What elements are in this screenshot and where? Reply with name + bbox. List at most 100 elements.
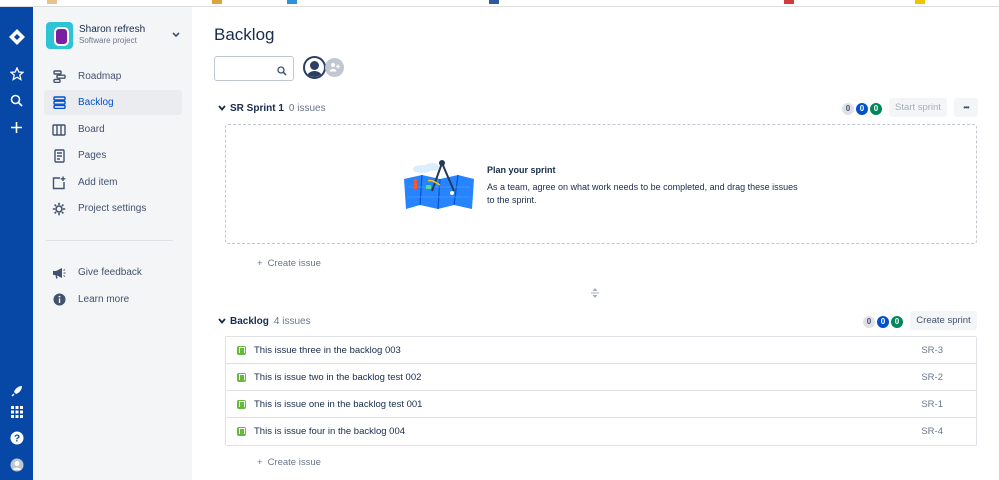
empty-sprint-title: Plan your sprint bbox=[487, 165, 556, 175]
project-switcher[interactable]: Sharon refresh Software project bbox=[46, 20, 186, 50]
sprint-status-badges: 0 0 0 bbox=[842, 103, 882, 115]
browser-tab-strip bbox=[0, 0, 999, 7]
megaphone-icon bbox=[52, 266, 66, 280]
issue-row[interactable]: This issue three in the backlog 003 SR-3 bbox=[226, 337, 976, 364]
backlog-create-issue-button[interactable]: + Create issue bbox=[257, 457, 321, 468]
start-sprint-button[interactable]: Start sprint bbox=[889, 98, 947, 117]
project-type: Software project bbox=[79, 36, 137, 45]
issue-key[interactable]: SR-1 bbox=[921, 399, 943, 410]
done-count-badge: 0 bbox=[891, 316, 903, 328]
done-count-badge: 0 bbox=[870, 103, 882, 115]
user-avatar[interactable] bbox=[303, 56, 326, 79]
issue-key[interactable]: SR-2 bbox=[921, 372, 943, 383]
backlog-issue-list: This issue three in the backlog 003 SR-3… bbox=[225, 336, 977, 446]
star-icon[interactable] bbox=[3, 62, 30, 86]
create-issue-label: Create issue bbox=[267, 457, 321, 468]
add-people-icon[interactable] bbox=[325, 58, 344, 77]
issue-summary: This issue three in the backlog 003 bbox=[254, 344, 401, 356]
sidebar-divider bbox=[46, 240, 173, 241]
profile-icon[interactable] bbox=[3, 453, 30, 477]
resize-handle-icon[interactable] bbox=[590, 288, 600, 301]
gear-icon bbox=[52, 202, 66, 216]
todo-count-badge: 0 bbox=[863, 316, 875, 328]
issue-row[interactable]: This is issue four in the backlog 004 SR… bbox=[226, 418, 976, 445]
roadmap-icon bbox=[52, 70, 66, 84]
board-icon bbox=[52, 123, 66, 137]
sidebar-item-label: Project settings bbox=[78, 203, 147, 214]
page-title: Backlog bbox=[214, 25, 275, 44]
create-plus-icon[interactable] bbox=[3, 115, 30, 139]
tab-favicon bbox=[784, 0, 794, 4]
story-icon bbox=[237, 372, 246, 382]
sidebar-item-label: Give feedback bbox=[78, 267, 142, 278]
sidebar-item-pages[interactable]: Pages bbox=[44, 143, 182, 168]
sidebar-item-give-feedback[interactable]: Give feedback bbox=[44, 260, 182, 285]
more-actions-button[interactable]: ••• bbox=[954, 98, 978, 117]
sidebar-item-board[interactable]: Board bbox=[44, 117, 182, 142]
backlog-status-badges: 0 0 0 bbox=[863, 316, 903, 328]
chevron-down-icon[interactable] bbox=[218, 317, 228, 326]
backlog-header: Backlog 4 issues bbox=[218, 311, 311, 331]
app-switcher-icon[interactable] bbox=[3, 400, 30, 424]
sprint-issue-count: 0 issues bbox=[288, 102, 326, 114]
help-icon[interactable]: ? bbox=[3, 426, 30, 450]
tab-favicon bbox=[287, 0, 297, 4]
issue-summary: This is issue four in the backlog 004 bbox=[254, 426, 406, 437]
search-input[interactable] bbox=[214, 56, 294, 81]
chevron-down-icon bbox=[172, 30, 186, 41]
main-content: Backlog SR Sprint 1 0 issues 0 0 0 Start… bbox=[192, 7, 999, 480]
backlog-name: Backlog bbox=[230, 315, 269, 327]
sidebar-item-label: Add item bbox=[78, 177, 118, 188]
sidebar-item-backlog[interactable]: Backlog bbox=[44, 90, 182, 115]
project-name: Sharon refresh bbox=[79, 24, 146, 35]
backlog-issue-count: 4 issues bbox=[273, 315, 311, 327]
in-progress-count-badge: 0 bbox=[856, 103, 868, 115]
search-icon bbox=[277, 63, 287, 81]
search-field[interactable] bbox=[220, 57, 278, 78]
sidebar-item-roadmap[interactable]: Roadmap bbox=[44, 64, 182, 89]
pages-icon bbox=[52, 148, 66, 163]
plus-icon: + bbox=[257, 258, 263, 269]
sidebar-item-label: Pages bbox=[78, 150, 107, 161]
project-sidebar: Sharon refresh Software project Roadmap … bbox=[33, 7, 192, 480]
sprint-header: SR Sprint 1 0 issues bbox=[218, 98, 326, 118]
issue-summary: This is issue two in the backlog test 00… bbox=[254, 371, 422, 383]
jira-logo-icon[interactable] bbox=[3, 25, 30, 49]
svg-text:?: ? bbox=[13, 434, 19, 445]
sidebar-item-label: Learn more bbox=[78, 294, 130, 305]
sidebar-item-learn-more[interactable]: Learn more bbox=[44, 287, 182, 312]
info-icon bbox=[52, 293, 66, 307]
tab-favicon bbox=[915, 0, 925, 4]
sprint-name[interactable]: SR Sprint 1 bbox=[230, 103, 284, 114]
tab-favicon bbox=[489, 0, 499, 4]
issue-key[interactable]: SR-4 bbox=[921, 426, 943, 437]
empty-sprint-description: As a team, agree on what work needs to b… bbox=[487, 182, 798, 205]
search-icon[interactable] bbox=[3, 88, 30, 112]
issue-key[interactable]: SR-3 bbox=[921, 345, 943, 356]
todo-count-badge: 0 bbox=[842, 103, 854, 115]
sidebar-item-label: Roadmap bbox=[78, 71, 122, 82]
plan-sprint-illustration bbox=[404, 160, 474, 210]
create-sprint-button[interactable]: Create sprint bbox=[910, 311, 977, 330]
chevron-down-icon[interactable] bbox=[218, 104, 228, 113]
story-icon bbox=[237, 427, 246, 436]
sidebar-item-add-item[interactable]: Add item bbox=[44, 170, 182, 195]
in-progress-count-badge: 0 bbox=[877, 316, 889, 328]
story-icon bbox=[237, 345, 246, 355]
backlog-icon bbox=[52, 96, 66, 110]
tab-favicon bbox=[47, 0, 57, 4]
story-icon bbox=[237, 399, 246, 409]
sidebar-item-label: Board bbox=[78, 124, 105, 135]
sidebar-item-project-settings[interactable]: Project settings bbox=[44, 196, 182, 221]
tab-favicon bbox=[212, 0, 222, 4]
add-item-icon bbox=[52, 176, 66, 190]
create-issue-label: Create issue bbox=[267, 258, 321, 269]
sidebar-item-label: Backlog bbox=[78, 97, 114, 108]
global-nav: ? bbox=[0, 7, 33, 480]
project-avatar bbox=[46, 21, 73, 49]
sprint-create-issue-button[interactable]: + Create issue bbox=[257, 258, 321, 269]
plus-icon: + bbox=[257, 457, 263, 468]
sprint-empty-dropzone: Plan your sprint As a team, agree on wha… bbox=[225, 124, 977, 244]
issue-row[interactable]: This is issue two in the backlog test 00… bbox=[226, 364, 976, 391]
issue-row[interactable]: This is issue one in the backlog test 00… bbox=[226, 391, 976, 418]
